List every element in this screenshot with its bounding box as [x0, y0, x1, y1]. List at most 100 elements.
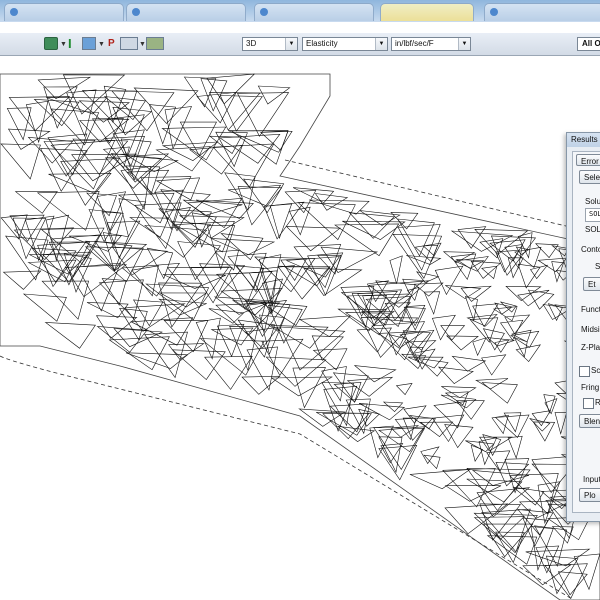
mesh-element [491, 414, 509, 435]
tab-favicon-icon [260, 8, 268, 16]
mesh-element [389, 255, 403, 284]
background-tab[interactable] [484, 3, 600, 21]
mesh-element [8, 96, 71, 132]
tab-favicon-icon [490, 8, 498, 16]
mesh-element [311, 335, 344, 361]
mesh-element [148, 104, 177, 145]
mesh-element [289, 206, 311, 236]
dimension-tool-icon[interactable]: I [68, 37, 78, 51]
mesh-element [525, 548, 591, 567]
mesh-element [444, 424, 474, 449]
mesh-element [168, 343, 205, 361]
mesh-element [414, 348, 436, 370]
background-tab[interactable] [4, 3, 124, 21]
view-tool-icon[interactable] [82, 37, 96, 50]
all-button[interactable]: All O [577, 37, 600, 51]
results-dialog: Results S Error Selec Solu SOL SOL Conto… [566, 132, 600, 522]
shape-tool-icon[interactable] [44, 37, 58, 50]
mesh-element [84, 246, 144, 283]
mesh-element [146, 247, 174, 280]
mesh-element [344, 312, 390, 336]
result-type-select[interactable]: Elasticity ▼ [302, 37, 388, 51]
contour-sub-label: S [595, 262, 600, 271]
mesh-element [22, 293, 67, 322]
contour-label: Conto [581, 245, 600, 254]
mesh-element [423, 291, 441, 315]
render-tool-icon[interactable] [120, 37, 138, 50]
mesh-element [298, 408, 346, 427]
mesh-element [473, 512, 538, 554]
mesh-element [210, 238, 276, 255]
mesh-element [195, 199, 254, 219]
et-button[interactable]: Et [583, 277, 600, 291]
mesh-element [103, 96, 146, 121]
function-label: Funct [581, 305, 600, 314]
camera-tool-icon[interactable] [146, 37, 164, 50]
units-select[interactable]: in/lbf/sec/F ▼ [391, 37, 471, 51]
background-tab[interactable] [254, 3, 374, 21]
mesh-element [470, 444, 484, 462]
dialog-panel: Error Selec Solu SOL SOL Conto S Et Func… [572, 151, 600, 513]
mesh-element [444, 485, 502, 502]
mesh-element [7, 128, 51, 150]
mesh-element [270, 376, 333, 397]
mesh-element [50, 140, 116, 190]
mesh-elements [0, 73, 600, 599]
background-tab[interactable] [126, 3, 246, 21]
mesh-element [403, 405, 427, 424]
mesh-element [208, 135, 242, 154]
chevron-down-icon[interactable]: ▼ [98, 41, 105, 48]
mesh-element [397, 218, 435, 257]
fringe-label: Fring [581, 383, 600, 392]
tab-error[interactable]: Error [576, 154, 600, 166]
mesh-element [486, 337, 515, 347]
solution-list[interactable]: SOL [585, 208, 600, 222]
mesh-element [438, 366, 474, 384]
mesh-element [37, 76, 92, 100]
sol-label: SOL [585, 225, 600, 234]
mesh-element [5, 235, 49, 281]
mesh-element [479, 238, 504, 259]
mesh-element [395, 383, 413, 396]
p-tool-label[interactable]: P [108, 38, 115, 49]
tab-favicon-icon [132, 8, 140, 16]
view-mode-select[interactable]: 3D ▼ [242, 37, 298, 51]
mesh-element [494, 339, 510, 353]
mesh-wireframe[interactable] [0, 56, 600, 600]
mesh-element [163, 319, 209, 353]
plot-button[interactable]: Plo [579, 488, 600, 502]
model-viewport[interactable] [0, 56, 600, 600]
mesh-element [44, 322, 96, 349]
mesh-element [465, 440, 495, 453]
mesh-element [195, 317, 221, 360]
mesh-element [545, 555, 579, 595]
mesh-element [450, 230, 514, 252]
chevron-down-icon: ▼ [375, 38, 387, 50]
mesh-element [112, 106, 153, 136]
mesh-element [532, 421, 556, 442]
chevron-down-icon[interactable]: ▼ [139, 41, 146, 48]
mesh-element [441, 386, 477, 399]
mesh-element [129, 217, 169, 238]
toolbar: ▼ I ▼ P ▼ 3D ▼ Elasticity ▼ in/lbf/sec/F… [0, 33, 600, 56]
select-button[interactable]: Selec [579, 170, 600, 184]
mesh-element [534, 525, 568, 567]
mesh-element [6, 107, 32, 141]
units-value: in/lbf/sec/F [395, 39, 434, 48]
mesh-element [262, 278, 283, 314]
scale-checkbox[interactable] [579, 366, 590, 377]
mesh-element [131, 265, 159, 297]
mesh-element [406, 255, 442, 265]
view-mode-value: 3D [246, 39, 257, 48]
mesh-element [507, 435, 523, 459]
chevron-down-icon[interactable]: ▼ [60, 41, 67, 48]
mesh-element [434, 265, 464, 296]
mesh-element [155, 177, 201, 201]
mesh-element [162, 274, 226, 289]
zplane-label: Z-Pla [581, 343, 600, 352]
blend-button[interactable]: Blen [579, 414, 600, 428]
r-checkbox[interactable] [583, 398, 594, 409]
mesh-element [257, 85, 291, 105]
mesh-element [451, 355, 487, 372]
active-tab[interactable] [380, 3, 474, 21]
